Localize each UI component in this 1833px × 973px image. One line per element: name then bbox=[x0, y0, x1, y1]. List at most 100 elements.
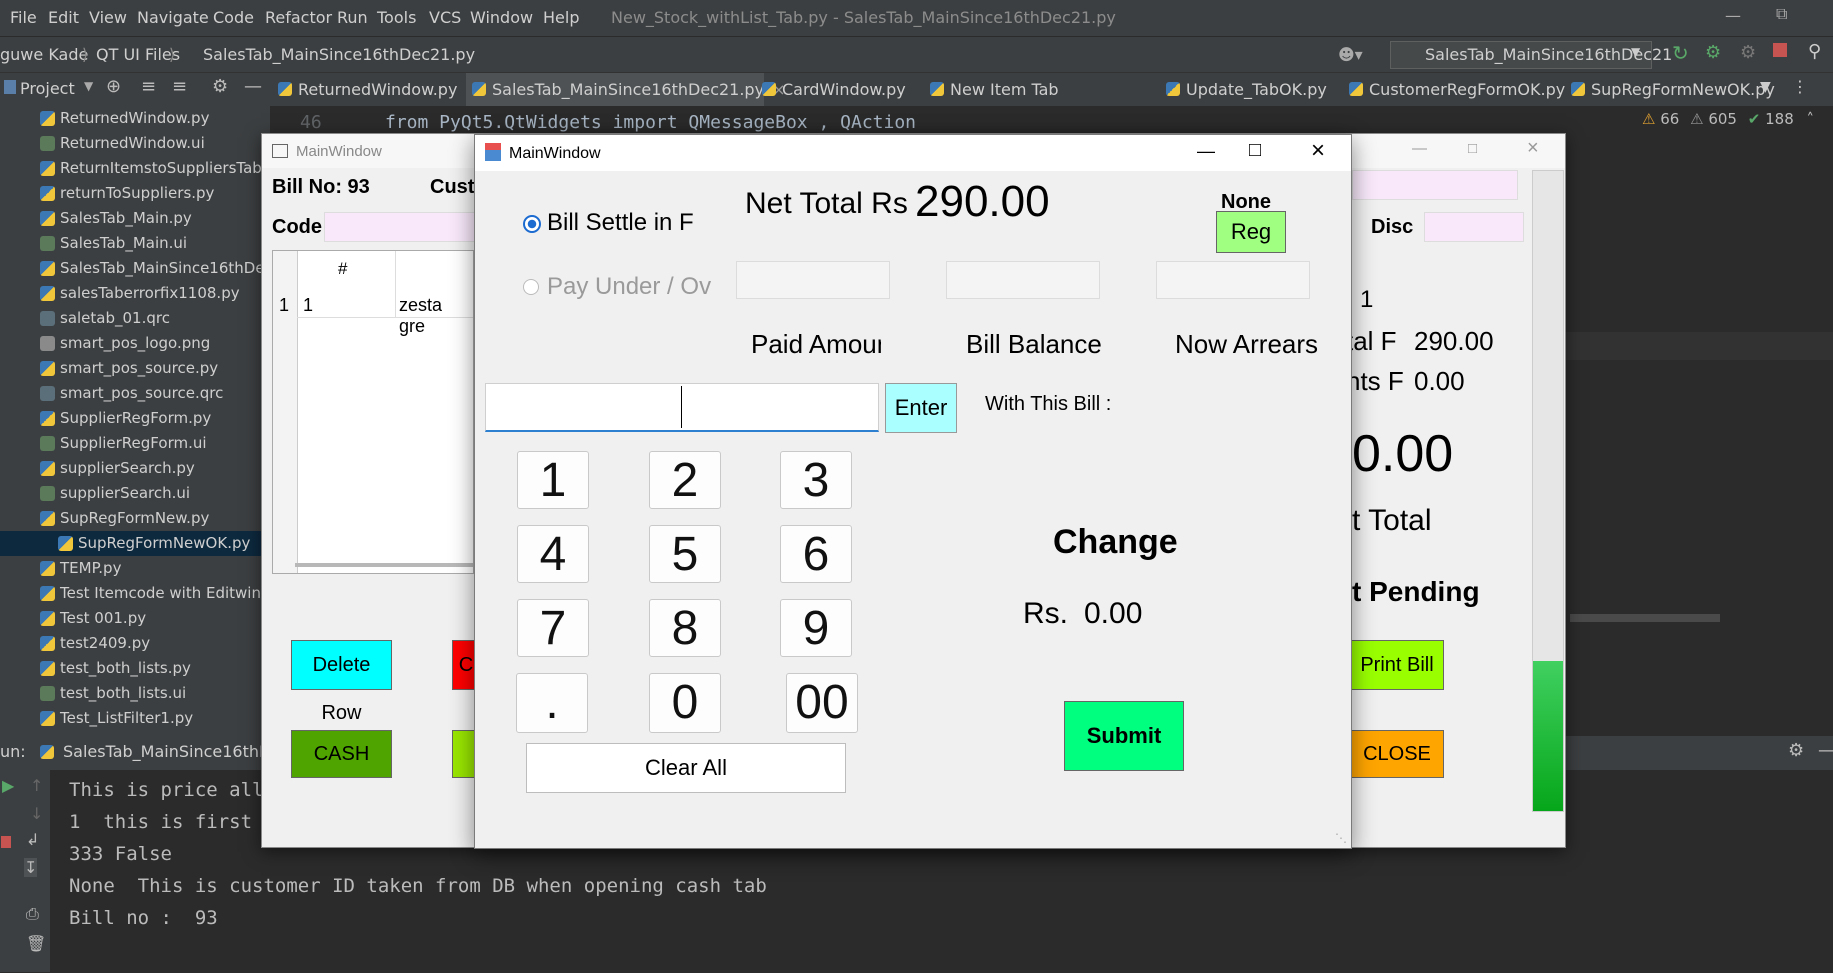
debug-icon[interactable]: ⚙ bbox=[1705, 42, 1721, 63]
keypad-7[interactable]: 7 bbox=[517, 599, 589, 657]
file-item[interactable]: SupplierRegForm.py bbox=[40, 406, 211, 431]
discount-input[interactable] bbox=[1424, 212, 1524, 242]
keypad-00[interactable]: 00 bbox=[786, 673, 858, 733]
hide-panel-icon[interactable]: — bbox=[244, 76, 262, 97]
keypad-8[interactable]: 8 bbox=[649, 599, 721, 657]
enter-button[interactable]: Enter bbox=[885, 383, 957, 433]
menu-tools[interactable]: Tools bbox=[377, 8, 416, 27]
customer-input[interactable] bbox=[1352, 170, 1518, 200]
file-item[interactable]: Test Itemcode with Editwin bbox=[40, 581, 261, 606]
file-item[interactable]: ReturnItemstoSuppliersTab. bbox=[40, 156, 267, 181]
paid-amount-field[interactable] bbox=[736, 261, 890, 299]
menu-view[interactable]: View bbox=[89, 8, 127, 27]
search-icon[interactable]: ⚲ bbox=[1808, 41, 1821, 62]
collapse-all-icon[interactable]: ≡ bbox=[172, 76, 187, 97]
keypad-9[interactable]: 9 bbox=[780, 599, 852, 657]
keypad-4[interactable]: 4 bbox=[517, 525, 589, 583]
file-item[interactable]: SalesTab_MainSince16thDe bbox=[40, 256, 265, 281]
code-input[interactable] bbox=[324, 212, 486, 242]
file-item[interactable]: saletab_01.qrc bbox=[40, 306, 170, 331]
pay-under-radio[interactable]: Pay Under / Ov bbox=[523, 271, 733, 305]
file-item[interactable]: Test 001.py bbox=[40, 606, 146, 631]
trash-icon[interactable]: 🗑 bbox=[26, 934, 46, 953]
project-panel-label[interactable]: Project bbox=[20, 79, 75, 98]
file-item[interactable]: SalesTab_Main.py bbox=[40, 206, 192, 231]
menu-help[interactable]: Help bbox=[543, 8, 579, 27]
file-item[interactable]: test_both_lists.ui bbox=[40, 681, 186, 706]
delete-row-button[interactable]: Delete Row bbox=[291, 640, 392, 724]
up-arrow-icon[interactable]: ↑ bbox=[30, 776, 43, 795]
tab-update-tabok[interactable]: Update_TabOK.py bbox=[1160, 73, 1341, 106]
user-icon[interactable]: ☻▾ bbox=[1338, 45, 1363, 64]
menu-code[interactable]: Code bbox=[213, 8, 254, 27]
close-button[interactable]: CLOSE bbox=[1350, 730, 1444, 778]
register-button[interactable]: Reg bbox=[1216, 211, 1286, 253]
crosshair-icon[interactable]: ⊕ bbox=[106, 76, 121, 97]
maximize-icon[interactable]: □ bbox=[1468, 140, 1477, 157]
file-item[interactable]: salesTaberrorfix1108.py bbox=[40, 281, 240, 306]
print-bill-button[interactable]: Print Bill bbox=[1350, 640, 1444, 690]
down-arrow-icon[interactable]: ↓ bbox=[30, 804, 43, 823]
keypad-5[interactable]: 5 bbox=[649, 525, 721, 583]
cash-button[interactable]: CASH bbox=[291, 730, 392, 778]
coverage-icon[interactable]: ⚙ bbox=[1740, 42, 1756, 63]
ide-restore-icon[interactable]: ⧉ bbox=[1776, 4, 1787, 24]
tab-cardwindow[interactable]: CardWindow.py bbox=[756, 73, 932, 106]
file-item[interactable]: SalesTab_Main.ui bbox=[40, 231, 187, 256]
print-icon[interactable]: ⎙ bbox=[26, 904, 39, 924]
menu-vcs[interactable]: VCS bbox=[429, 8, 461, 27]
maximize-icon[interactable]: □ bbox=[1249, 139, 1261, 162]
run-config-selector[interactable]: SalesTab_MainSince16thDec21 ▼ bbox=[1390, 41, 1672, 69]
menu-refactor[interactable]: Refactor bbox=[265, 8, 332, 27]
file-item-selected[interactable]: SupRegFormNewOK.py bbox=[0, 531, 270, 556]
now-arrears-field[interactable] bbox=[1156, 261, 1310, 299]
hide-panel-icon[interactable]: — bbox=[1818, 740, 1833, 761]
close-icon[interactable]: × bbox=[1527, 137, 1539, 160]
items-table[interactable]: # 1 1 zesta gre bbox=[272, 250, 474, 574]
file-item[interactable]: ReturnedWindow.py bbox=[40, 106, 209, 131]
stop-icon[interactable] bbox=[1773, 43, 1787, 57]
chevron-up-icon[interactable]: ˄ bbox=[1807, 110, 1815, 128]
tab-salestab-main[interactable]: SalesTab_MainSince16thDec21.py × bbox=[466, 73, 785, 109]
file-item[interactable]: ReturnedWindow.ui bbox=[40, 131, 205, 156]
keypad-2[interactable]: 2 bbox=[649, 451, 721, 509]
submit-button[interactable]: Submit bbox=[1064, 701, 1184, 771]
tab-customerregform[interactable]: CustomerRegFormOK.py bbox=[1343, 73, 1565, 106]
breadcrumb-file[interactable]: SalesTab_MainSince16thDec21.py bbox=[203, 45, 475, 64]
file-item[interactable]: SupRegFormNew.py bbox=[40, 506, 209, 531]
more-tabs-icon[interactable]: ⋮ bbox=[1792, 77, 1808, 96]
chevron-down-icon[interactable]: ▼ bbox=[1760, 79, 1771, 95]
tab-supregformnewok[interactable]: SupRegFormNewOK.py bbox=[1565, 73, 1781, 106]
keypad-3[interactable]: 3 bbox=[780, 451, 852, 509]
file-item[interactable]: test2409.py bbox=[40, 631, 150, 656]
inspection-widget[interactable]: ⚠ 66 ⚠ 605 ✔ 188 ˄ bbox=[1642, 110, 1814, 128]
keypad-1[interactable]: 1 bbox=[517, 451, 589, 509]
settings-gear-icon[interactable]: ⚙ bbox=[212, 76, 228, 97]
chevron-down-icon[interactable]: ▼ bbox=[84, 79, 93, 93]
clear-all-button[interactable]: Clear All bbox=[526, 743, 846, 793]
expand-all-icon[interactable]: ≡ bbox=[141, 76, 156, 97]
ide-minimize-icon[interactable]: — bbox=[1725, 6, 1741, 25]
file-item[interactable]: Test_ListFilter1.py bbox=[40, 706, 193, 731]
resize-grip-icon[interactable]: ⋱ bbox=[1335, 831, 1347, 845]
amount-input[interactable] bbox=[485, 383, 879, 432]
close-icon[interactable]: × bbox=[1311, 137, 1325, 165]
keypad-6[interactable]: 6 bbox=[780, 525, 852, 583]
minimize-icon[interactable]: — bbox=[1412, 140, 1427, 157]
menu-run[interactable]: Run bbox=[337, 8, 368, 27]
rerun-icon[interactable]: ↻ bbox=[1672, 41, 1689, 65]
menu-file[interactable]: File bbox=[10, 8, 37, 27]
stop-icon[interactable] bbox=[1, 836, 11, 848]
scroll-to-end-icon[interactable]: ↧ bbox=[24, 858, 38, 877]
horizontal-scrollbar[interactable] bbox=[1570, 614, 1720, 622]
file-item[interactable]: supplierSearch.py bbox=[40, 456, 195, 481]
bill-settle-radio[interactable]: Bill Settle in F bbox=[523, 207, 733, 241]
settings-gear-icon[interactable]: ⚙ bbox=[1788, 740, 1804, 761]
menu-window[interactable]: Window bbox=[470, 8, 533, 27]
bill-balance-field[interactable] bbox=[946, 261, 1100, 299]
file-item[interactable]: smart_pos_logo.png bbox=[40, 331, 210, 356]
file-item[interactable]: test_both_lists.py bbox=[40, 656, 191, 681]
file-item[interactable]: TEMP.py bbox=[40, 556, 121, 581]
minimize-icon[interactable]: — bbox=[1197, 141, 1215, 162]
keypad-dot[interactable]: . bbox=[516, 673, 588, 733]
